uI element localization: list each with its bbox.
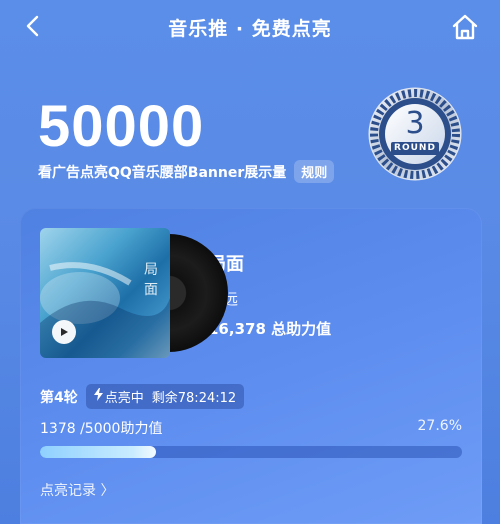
progress-percent: 27.6% [417,418,462,434]
boost-total: 16,378 总助力值 [208,320,332,338]
album-art[interactable]: 局 面 [40,228,228,358]
round-badge: 3 ROUND [367,86,463,182]
page-title: 音乐推 · 免费点亮 [168,18,332,40]
svg-text:面: 面 [144,282,158,298]
round-label: 第4轮 [40,389,78,406]
round-number: 3 [405,106,425,141]
progress-text: 1378 /5000助力值 [40,418,162,438]
progress-bar-fill [40,446,157,458]
progress-target: /5000助力值 [80,421,163,437]
play-icon[interactable] [52,320,76,344]
round-status-row: 第4轮 点亮中 剩余78:24:12 [40,384,245,409]
home-icon[interactable] [450,12,480,42]
status-text: 点亮中 [104,391,144,406]
exposure-description: 看广告点亮QQ音乐腰部Banner展示量 [38,164,287,181]
song-card: 局 面 局面 张远 16,378 总助力值 第4轮 点亮中 剩余78:24:12… [20,208,482,524]
lightning-icon [93,388,103,405]
description-row: 看广告点亮QQ音乐腰部Banner展示量 规则 [38,160,335,183]
records-link[interactable]: 点亮记录 〉 [40,480,114,500]
progress-bar [40,446,462,458]
rules-button[interactable]: 规则 [294,160,335,183]
progress-current: 1378 [40,421,76,437]
exposure-total: 50000 [38,94,205,159]
remaining-time: 剩余78:24:12 [151,391,237,406]
top-nav: 音乐推 · 免费点亮 [0,0,500,56]
round-label: ROUND [394,143,436,153]
svg-text:局: 局 [144,262,158,278]
status-badge: 点亮中 剩余78:24:12 [85,384,245,409]
